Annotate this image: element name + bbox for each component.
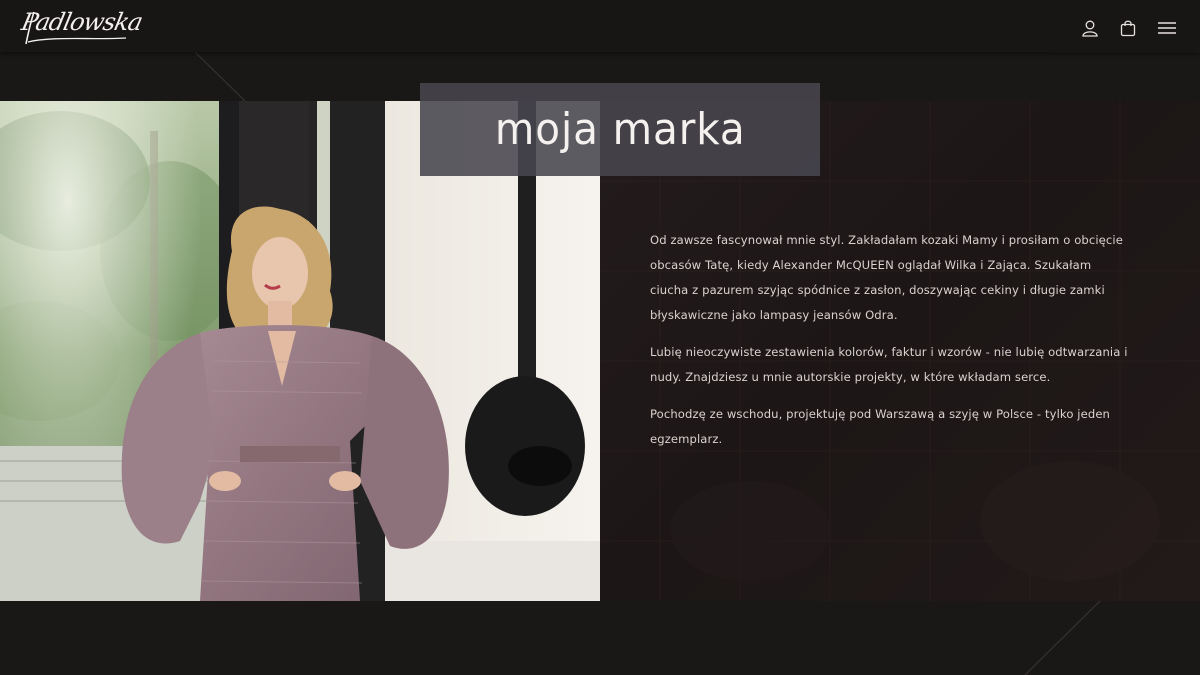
user-icon[interactable]	[1078, 16, 1102, 40]
brand-story: Od zawsze fascynował mnie styl. Zakładał…	[650, 228, 1130, 464]
shopping-bag-icon[interactable]	[1116, 16, 1140, 40]
brand-logo[interactable]: Padlowska	[19, 6, 145, 48]
site-header: Padlowska	[0, 0, 1200, 52]
page-title: moja marka	[494, 104, 746, 155]
hamburger-menu-icon[interactable]	[1154, 16, 1180, 40]
story-paragraph-2: Lubię nieoczywiste zestawienia kolorów, …	[650, 345, 1128, 384]
designer-portrait-photo	[0, 101, 600, 601]
page-title-box: moja marka	[420, 83, 820, 176]
header-actions	[1078, 15, 1180, 41]
story-paragraph-3: Pochodzę ze wschodu, projektuję pod Wars…	[650, 407, 1111, 446]
story-paragraph-1: Od zawsze fascynował mnie styl. Zakładał…	[650, 233, 1123, 322]
logo-underline-swash	[25, 11, 127, 45]
